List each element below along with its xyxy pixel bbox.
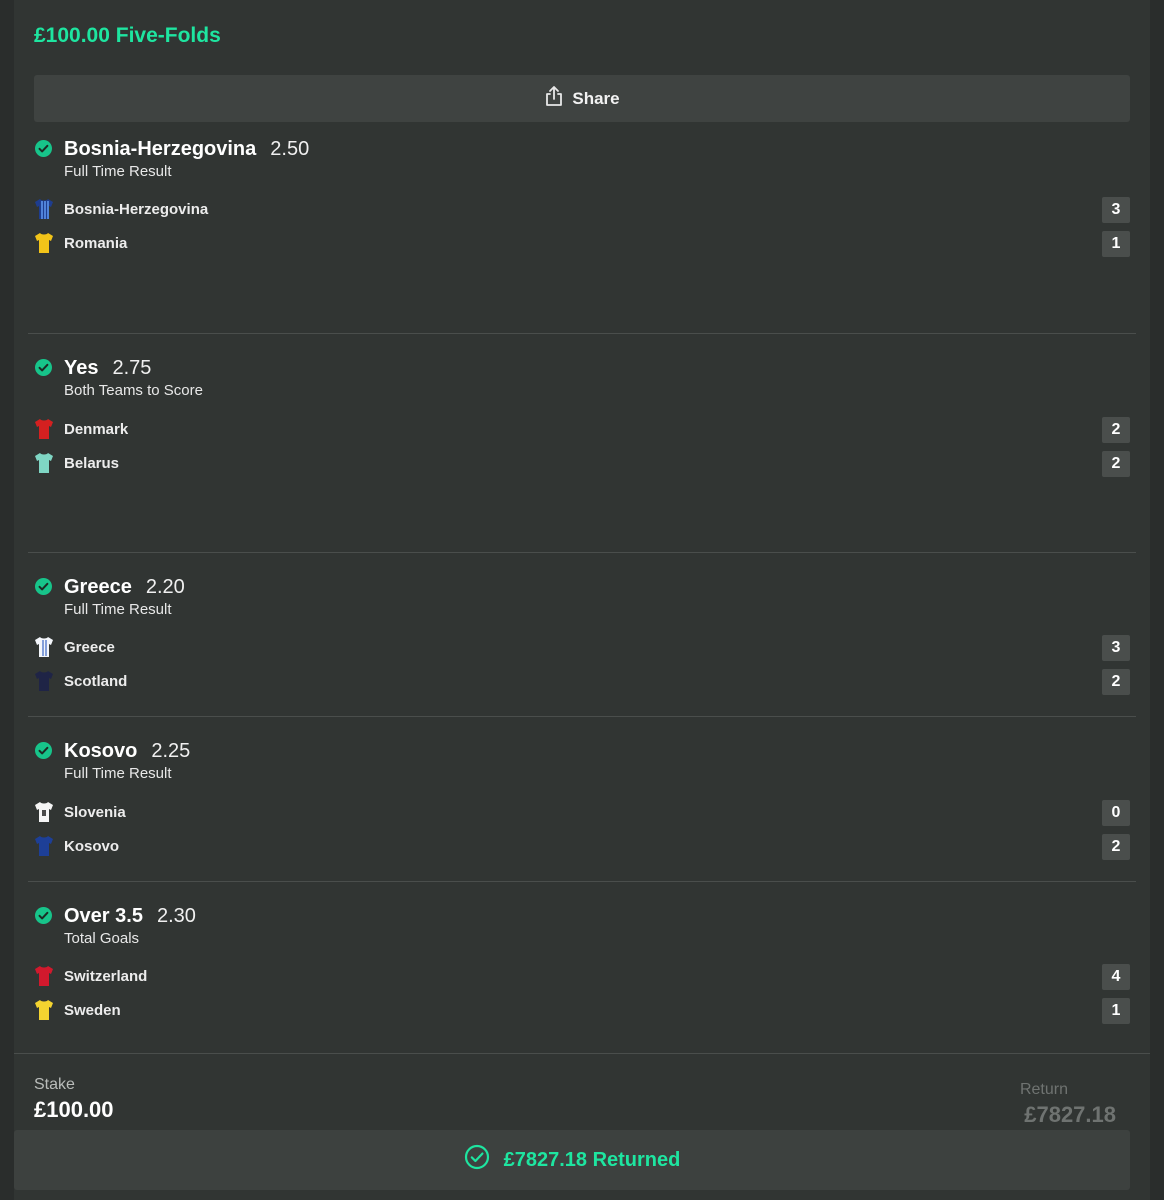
score-box: 2 (1102, 834, 1130, 860)
scotland-kit-icon (35, 671, 53, 691)
check-icon (35, 907, 52, 924)
selection-odds: 2.50 (270, 138, 310, 160)
team-name: Romania (64, 235, 128, 252)
score-box: 4 (1102, 964, 1130, 990)
market-label: Full Time Result (64, 163, 172, 180)
selection-btts: Yes 2.75 Both Teams to Score Denmark 2 Be… (28, 351, 1136, 553)
team-name: Belarus (64, 455, 120, 472)
score-box: 1 (1102, 231, 1130, 257)
switzerland-kit-icon (35, 966, 53, 986)
selection-name: Yes (64, 357, 99, 379)
selection-odds: 2.30 (156, 905, 196, 927)
share-button[interactable]: Share (34, 75, 1130, 122)
team-row: Scotland 2 (34, 669, 1130, 697)
share-icon (544, 85, 564, 112)
romania-kit-icon (35, 233, 53, 253)
team-name: Scotland (64, 673, 128, 690)
slovenia-kit-icon (35, 802, 53, 822)
return-label: Return (1019, 1081, 1068, 1098)
selection-odds: 2.20 (145, 576, 185, 598)
team-name: Slovenia (64, 804, 126, 821)
kosovo-kit-icon (35, 836, 53, 856)
selection-kosovo: Kosovo 2.25 Full Time Result Slovenia 0 K… (28, 734, 1136, 882)
market-label: Total Goals (64, 930, 140, 947)
greece-kit-icon (35, 637, 53, 657)
score-box: 1 (1102, 998, 1130, 1024)
team-row: Bosnia-Herzegovina 3 (34, 197, 1130, 225)
stake-value: £100.00 (34, 1097, 114, 1122)
return-value: £7827.18 (1024, 1102, 1116, 1127)
selection-odds: 2.75 (112, 357, 152, 379)
score-box: 2 (1102, 451, 1130, 477)
team-name: Sweden (64, 1002, 121, 1019)
team-row: Switzerland 4 (34, 964, 1130, 992)
bosnia-kit-icon (35, 199, 53, 219)
market-label: Full Time Result (64, 765, 172, 782)
check-circle-icon (464, 1144, 490, 1176)
market-label: Full Time Result (64, 601, 172, 618)
team-name: Denmark (64, 421, 129, 438)
team-row: Romania 1 (34, 231, 1130, 259)
check-icon (35, 578, 52, 595)
sweden-kit-icon (35, 1000, 53, 1020)
share-label: Share (572, 88, 620, 108)
returned-label: £7827.18 Returned (503, 1148, 681, 1171)
footer-divider (14, 1053, 1150, 1054)
selection-name: Over 3.5 (64, 905, 143, 927)
team-row: Sweden 1 (34, 998, 1130, 1026)
selection-odds: 2.25 (151, 740, 191, 762)
score-box: 2 (1102, 417, 1130, 443)
score-box: 2 (1102, 669, 1130, 695)
market-label: Both Teams to Score (64, 382, 203, 399)
team-row: Greece 3 (34, 635, 1130, 663)
team-row: Kosovo 2 (34, 834, 1130, 862)
team-row: Belarus 2 (34, 451, 1130, 479)
score-box: 3 (1102, 197, 1130, 223)
team-row: Denmark 2 (34, 417, 1130, 445)
bet-title: £100.00 Five-Folds (34, 24, 221, 47)
team-row: Slovenia 0 (34, 800, 1130, 828)
selection-name: Greece (64, 576, 132, 598)
selection-name: Bosnia-Herzegovina (64, 138, 257, 160)
team-name: Switzerland (64, 968, 148, 985)
check-icon (35, 742, 52, 759)
team-name: Bosnia-Herzegovina (64, 201, 209, 218)
team-name: Greece (64, 639, 115, 656)
belarus-kit-icon (35, 453, 53, 473)
selection-over: Over 3.5 2.30 Total Goals Switzerland 4 S… (28, 899, 1136, 1053)
check-icon (35, 140, 52, 157)
stake-label: Stake (34, 1076, 75, 1093)
selection-bosnia: Bosnia-Herzegovina 2.50 Full Time Result … (28, 132, 1136, 334)
denmark-kit-icon (35, 419, 53, 439)
returned-banner: £7827.18 Returned (14, 1130, 1130, 1190)
score-box: 3 (1102, 635, 1130, 661)
team-name: Kosovo (64, 838, 120, 855)
selection-name: Kosovo (64, 740, 138, 762)
score-box: 0 (1102, 800, 1130, 826)
selection-greece: Greece 2.20 Full Time Result Greece 3 Sco… (28, 570, 1136, 717)
check-icon (35, 359, 52, 376)
